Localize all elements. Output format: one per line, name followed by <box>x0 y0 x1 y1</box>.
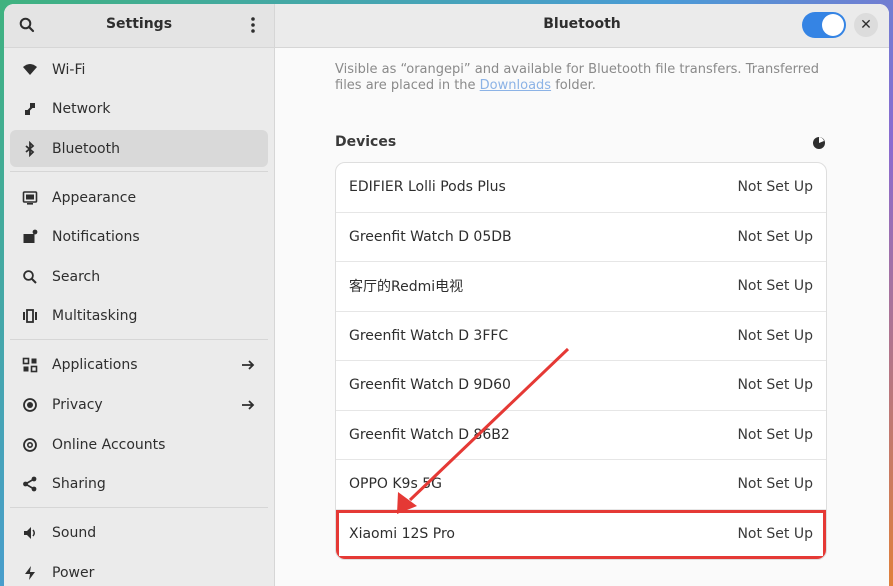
visibility-description: Visible as “orangepi” and available for … <box>335 62 835 94</box>
sidebar-item-label: Appearance <box>52 189 137 206</box>
sidebar-list: Wi-Fi Network Bluetooth Appearance Notif… <box>10 51 268 586</box>
sidebar-item-multitasking[interactable]: Multitasking <box>10 298 268 335</box>
device-status: Not Set Up <box>737 476 813 493</box>
device-status: Not Set Up <box>737 327 813 344</box>
device-row-highlighted[interactable]: Xiaomi 12S Pro Not Set Up <box>336 509 826 559</box>
device-name: Xiaomi 12S Pro <box>349 526 455 543</box>
power-icon <box>22 565 38 581</box>
sidebar-item-label: Multitasking <box>52 308 138 325</box>
sidebar-item-online-accounts[interactable]: Online Accounts <box>10 426 268 463</box>
page-title: Bluetooth <box>543 16 621 32</box>
sidebar-item-label: Network <box>52 101 111 118</box>
bluetooth-icon <box>22 140 38 157</box>
sidebar-item-label: Power <box>52 564 95 581</box>
toggle-knob <box>822 14 844 36</box>
arrow-right-icon <box>240 397 256 413</box>
notifications-icon <box>22 229 38 245</box>
online-accounts-icon <box>22 437 38 453</box>
sound-icon <box>22 525 38 541</box>
sidebar-item-sharing[interactable]: Sharing <box>10 466 268 503</box>
device-name: OPPO K9s 5G <box>349 476 442 493</box>
device-name: Greenfit Watch D 05DB <box>349 228 512 245</box>
device-name: Greenfit Watch D 3FFC <box>349 327 509 344</box>
sidebar-item-appearance[interactable]: Appearance <box>10 179 268 216</box>
close-button[interactable]: ✕ <box>854 13 878 37</box>
sidebar-separator <box>10 506 268 508</box>
sidebar-title: Settings <box>105 16 173 32</box>
menu-icon[interactable] <box>244 16 262 34</box>
applications-icon <box>22 357 38 373</box>
close-icon: ✕ <box>860 17 872 33</box>
sidebar-item-label: Privacy <box>52 397 103 414</box>
sidebar-item-bluetooth[interactable]: Bluetooth <box>10 130 268 168</box>
device-name: 客厅的Redmi电视 <box>349 279 464 296</box>
sidebar-item-sound[interactable]: Sound <box>10 515 268 552</box>
device-status: Not Set Up <box>737 426 813 443</box>
search-icon <box>22 269 38 285</box>
sidebar-item-label: Wi-Fi <box>52 61 86 78</box>
device-name: Greenfit Watch D 86B2 <box>349 426 510 443</box>
device-row[interactable]: Greenfit Watch D 3FFC Not Set Up <box>336 312 826 361</box>
device-status: Not Set Up <box>737 278 813 295</box>
device-row[interactable]: EDIFIER Lolli Pods Plus Not Set Up <box>336 163 826 213</box>
device-row[interactable]: 客厅的Redmi电视 Not Set Up <box>336 262 826 312</box>
sidebar-separator <box>10 338 268 340</box>
multitasking-icon <box>22 308 38 324</box>
sidebar-item-power[interactable]: Power <box>10 554 268 586</box>
sidebar-item-label: Notifications <box>52 229 140 246</box>
privacy-icon <box>22 397 38 413</box>
appearance-icon <box>22 190 38 206</box>
sidebar-item-search[interactable]: Search <box>10 258 268 295</box>
main-header: Bluetooth ✕ <box>275 4 889 48</box>
sidebar-item-applications[interactable]: Applications <box>10 347 268 384</box>
device-status: Not Set Up <box>737 526 813 543</box>
spinner-icon <box>812 135 826 149</box>
sidebar-item-network[interactable]: Network <box>10 91 268 128</box>
device-row[interactable]: OPPO K9s 5G Not Set Up <box>336 460 826 510</box>
visibility-suffix: folder. <box>551 78 596 93</box>
device-status: Not Set Up <box>737 179 813 196</box>
sidebar-item-label: Online Accounts <box>52 436 166 453</box>
device-status: Not Set Up <box>737 377 813 394</box>
bluetooth-panel: Bluetooth ✕ Visible as “orangepi” and av… <box>275 4 889 586</box>
bluetooth-toggle[interactable] <box>802 12 846 38</box>
devices-heading: Devices <box>335 134 397 150</box>
sidebar: Settings Wi-Fi Network Bluetooth Appeara… <box>4 4 275 586</box>
device-row[interactable]: Greenfit Watch D 05DB Not Set Up <box>336 213 826 262</box>
sidebar-item-label: Sharing <box>52 476 106 493</box>
sidebar-item-privacy[interactable]: Privacy <box>10 387 268 424</box>
device-row[interactable]: Greenfit Watch D 86B2 Not Set Up <box>336 411 826 460</box>
sidebar-item-label: Sound <box>52 525 97 542</box>
sidebar-item-label: Applications <box>52 357 138 374</box>
device-list: EDIFIER Lolli Pods Plus Not Set Up Greenf… <box>335 162 827 560</box>
sidebar-item-notifications[interactable]: Notifications <box>10 219 268 256</box>
sidebar-item-label: Search <box>52 268 101 285</box>
sharing-icon <box>22 476 38 492</box>
sidebar-header: Settings <box>4 4 274 48</box>
device-name: EDIFIER Lolli Pods Plus <box>349 179 506 196</box>
wifi-icon <box>22 62 38 78</box>
network-icon <box>22 101 38 117</box>
downloads-link[interactable]: Downloads <box>480 78 551 93</box>
device-status: Not Set Up <box>737 228 813 245</box>
device-name: Greenfit Watch D 9D60 <box>349 377 511 394</box>
sidebar-item-label: Bluetooth <box>52 140 120 157</box>
sidebar-item-wifi[interactable]: Wi-Fi <box>10 51 268 88</box>
settings-window: Settings Wi-Fi Network Bluetooth Appeara… <box>4 4 889 586</box>
arrow-right-icon <box>240 357 256 373</box>
sidebar-separator <box>10 171 268 173</box>
device-row[interactable]: Greenfit Watch D 9D60 Not Set Up <box>336 361 826 411</box>
